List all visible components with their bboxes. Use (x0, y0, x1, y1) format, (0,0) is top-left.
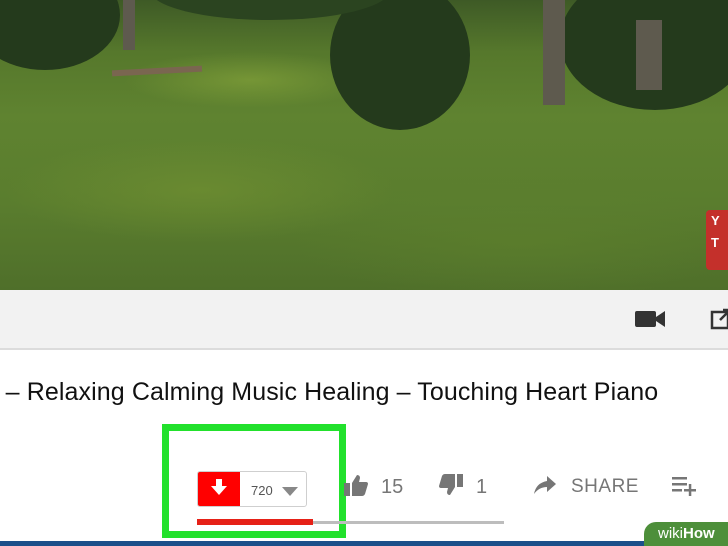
download-progress-bar (197, 519, 313, 525)
tree-trunk (543, 0, 565, 105)
share-button[interactable]: SHARE (533, 470, 639, 504)
player-controls-bar (0, 290, 728, 350)
channel-watermark: Y T (706, 210, 728, 270)
dislike-button[interactable]: 1 (438, 470, 487, 504)
watermark-wiki: wiki (658, 525, 683, 542)
add-to-playlist-icon[interactable] (672, 474, 698, 501)
thumbs-down-icon (438, 473, 464, 502)
watermark-how: How (683, 525, 715, 542)
taskbar-edge (0, 541, 728, 546)
tree-trunk (123, 0, 135, 50)
tree-foliage (0, 0, 120, 70)
video-title: c – Relaxing Calming Music Healing – Tou… (0, 378, 659, 406)
chevron-down-icon[interactable] (282, 484, 298, 502)
share-arrow-icon (533, 475, 557, 500)
fallen-log (111, 65, 203, 77)
like-count: 15 (381, 475, 404, 498)
like-button[interactable]: 15 (343, 470, 403, 504)
tree-foliage (330, 0, 470, 130)
share-label: SHARE (571, 476, 639, 497)
download-arrow-icon (210, 478, 228, 501)
video-camera-icon[interactable] (634, 308, 666, 335)
download-button[interactable] (198, 472, 240, 506)
tree-trunk (636, 20, 662, 90)
video-player[interactable]: Y T (0, 0, 728, 290)
thumbs-up-icon (343, 473, 369, 502)
download-widget[interactable]: 720 (197, 471, 307, 507)
dislike-count: 1 (476, 475, 488, 498)
popout-icon[interactable] (710, 308, 728, 335)
wikihow-watermark: wikiHow (644, 522, 728, 546)
download-quality[interactable]: 720 (251, 483, 273, 498)
sentiment-bar (313, 521, 504, 524)
